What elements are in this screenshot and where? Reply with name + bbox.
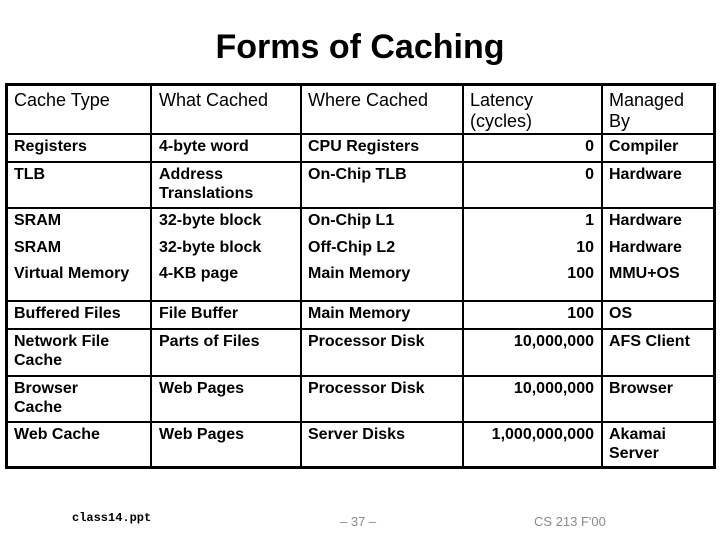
table-cell-latency: 10,000,000 xyxy=(513,333,594,350)
footer-page-number: – 37 – xyxy=(340,514,377,529)
table-cell-cache-type: Web Cache xyxy=(14,426,100,443)
header-managed-by: Managed By xyxy=(609,90,685,131)
table-cell-what-cached: File Buffer xyxy=(159,305,239,322)
table-cell-managed-by: Compiler xyxy=(609,138,679,155)
table-cell-cache-type: Network File Cache xyxy=(14,333,110,369)
table-cell-latency: 1 xyxy=(585,212,594,229)
table-cell-cache-type: SRAM xyxy=(14,239,62,256)
table-cell-managed-by: Akamai Server xyxy=(609,426,666,462)
header-where-cached: Where Cached xyxy=(308,90,429,110)
table-cell-latency: 1,000,000,000 xyxy=(491,426,594,443)
table-cell-what-cached: 4-KB page xyxy=(159,265,239,282)
table-cell-managed-by: Browser xyxy=(609,380,674,397)
table-cell-where-cached: Off-Chip L2 xyxy=(308,239,396,256)
table-cell-latency: 10 xyxy=(576,239,594,256)
row-divider xyxy=(8,421,713,423)
table-cell-latency: 0 xyxy=(585,166,594,183)
table-cell-what-cached: Web Pages xyxy=(159,380,245,397)
table-cell-latency: 0 xyxy=(585,138,594,155)
row-divider xyxy=(8,161,713,163)
column-divider xyxy=(462,86,464,466)
table-cell-managed-by: Hardware xyxy=(609,212,682,229)
table-cell-managed-by: Hardware xyxy=(609,239,682,256)
table-cell-managed-by: AFS Client xyxy=(609,333,690,350)
table-cell-where-cached: Main Memory xyxy=(308,265,411,282)
table-cell-latency: 100 xyxy=(567,265,594,282)
table-cell-what-cached: 4-byte word xyxy=(159,138,249,155)
table-cell-cache-type: Buffered Files xyxy=(14,305,121,322)
footer-filename: class14.ppt xyxy=(72,511,152,525)
footer-course: CS 213 F'00 xyxy=(534,514,606,529)
table-cell-cache-type: TLB xyxy=(14,166,46,183)
column-divider xyxy=(150,86,152,466)
table-cell-managed-by: OS xyxy=(609,305,633,322)
caching-table: Cache Type What Cached Where Cached Late… xyxy=(5,83,716,469)
slide-title: Forms of Caching xyxy=(215,28,505,66)
table-cell-latency: 10,000,000 xyxy=(513,380,594,397)
table-cell-where-cached: Server Disks xyxy=(308,426,405,443)
table-cell-cache-type: Registers xyxy=(14,138,87,155)
table-cell-latency: 100 xyxy=(567,305,594,322)
table-cell-where-cached: On-Chip L1 xyxy=(308,212,395,229)
column-divider xyxy=(601,86,603,466)
table-cell-what-cached: 32-byte block xyxy=(159,212,262,229)
table-cell-what-cached: 32-byte block xyxy=(159,239,262,256)
row-divider xyxy=(8,300,713,302)
table-cell-managed-by: MMU+OS xyxy=(609,265,680,282)
table-cell-managed-by: Hardware xyxy=(609,166,682,183)
row-divider xyxy=(8,207,713,209)
table-cell-where-cached: Main Memory xyxy=(308,305,411,322)
table-cell-cache-type: Virtual Memory xyxy=(14,265,130,282)
column-divider xyxy=(300,86,302,466)
table-cell-cache-type: SRAM xyxy=(14,212,62,229)
header-latency: Latency (cycles) xyxy=(470,90,534,131)
row-divider xyxy=(8,375,713,377)
table-cell-where-cached: On-Chip TLB xyxy=(308,166,407,183)
header-what-cached: What Cached xyxy=(159,90,269,110)
header-cache-type: Cache Type xyxy=(14,90,110,110)
row-divider xyxy=(8,133,713,135)
table-cell-what-cached: Parts of Files xyxy=(159,333,260,350)
table-cell-what-cached: Web Pages xyxy=(159,426,245,443)
row-divider xyxy=(8,328,713,330)
table-cell-where-cached: Processor Disk xyxy=(308,380,425,397)
table-cell-what-cached: Address Translations xyxy=(159,166,254,202)
table-cell-where-cached: CPU Registers xyxy=(308,138,420,155)
table-cell-cache-type: Browser Cache xyxy=(14,380,79,416)
table-cell-where-cached: Processor Disk xyxy=(308,333,425,350)
